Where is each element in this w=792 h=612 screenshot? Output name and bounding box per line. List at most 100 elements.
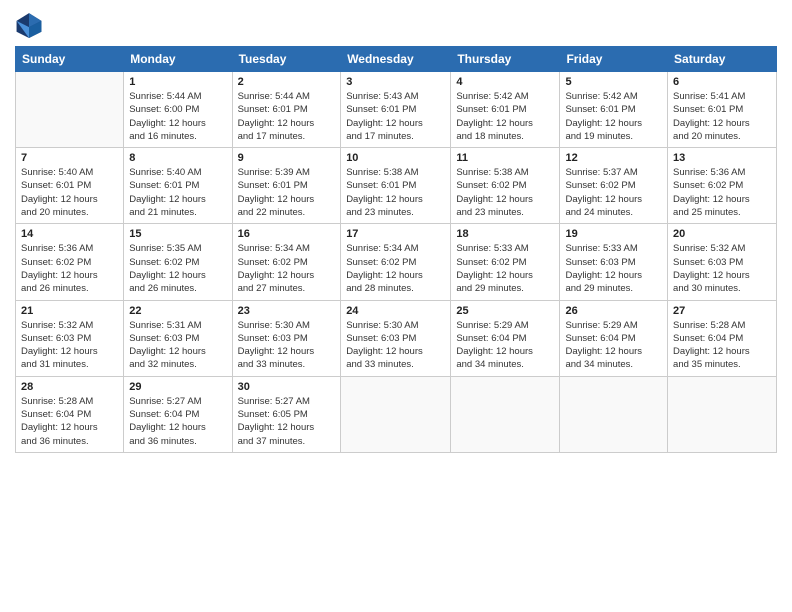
- day-number: 10: [346, 152, 445, 164]
- day-number: 3: [346, 76, 445, 88]
- week-row-4: 21 Sunrise: 5:32 AM Sunset: 6:03 PM Dayli…: [16, 300, 777, 376]
- day-info: Sunrise: 5:27 AM Sunset: 6:05 PM Dayligh…: [238, 395, 336, 448]
- day-number: 28: [21, 381, 118, 393]
- day-number: 25: [456, 305, 554, 317]
- day-cell: 3 Sunrise: 5:43 AM Sunset: 6:01 PM Daylig…: [341, 72, 451, 148]
- day-info: Sunrise: 5:38 AM Sunset: 6:02 PM Dayligh…: [456, 166, 554, 219]
- day-cell: 18 Sunrise: 5:33 AM Sunset: 6:02 PM Dayli…: [451, 224, 560, 300]
- day-cell: 22 Sunrise: 5:31 AM Sunset: 6:03 PM Dayli…: [124, 300, 232, 376]
- day-cell: 10 Sunrise: 5:38 AM Sunset: 6:01 PM Dayli…: [341, 148, 451, 224]
- day-info: Sunrise: 5:28 AM Sunset: 6:04 PM Dayligh…: [21, 395, 118, 448]
- day-number: 11: [456, 152, 554, 164]
- day-number: 15: [129, 228, 226, 240]
- day-cell: 4Sunrise: 5:42 AM Sunset: 6:01 PM Daylig…: [451, 72, 560, 148]
- week-row-5: 28 Sunrise: 5:28 AM Sunset: 6:04 PM Dayli…: [16, 376, 777, 452]
- day-info: Sunrise: 5:33 AM Sunset: 6:03 PM Dayligh…: [565, 242, 662, 295]
- day-cell: 20 Sunrise: 5:32 AM Sunset: 6:03 PM Dayli…: [668, 224, 777, 300]
- day-number: 30: [238, 381, 336, 393]
- day-number: 17: [346, 228, 445, 240]
- day-info: Sunrise: 5:32 AM Sunset: 6:03 PM Dayligh…: [21, 319, 118, 372]
- day-info: Sunrise: 5:36 AM Sunset: 6:02 PM Dayligh…: [21, 242, 118, 295]
- week-row-3: 14 Sunrise: 5:36 AM Sunset: 6:02 PM Dayli…: [16, 224, 777, 300]
- day-info: Sunrise: 5:38 AM Sunset: 6:01 PM Dayligh…: [346, 166, 445, 219]
- day-cell: 27Sunrise: 5:28 AM Sunset: 6:04 PM Dayli…: [668, 300, 777, 376]
- col-header-saturday: Saturday: [668, 47, 777, 72]
- day-info: Sunrise: 5:44 AM Sunset: 6:01 PM Dayligh…: [238, 90, 336, 143]
- day-info: Sunrise: 5:35 AM Sunset: 6:02 PM Dayligh…: [129, 242, 226, 295]
- day-info: Sunrise: 5:34 AM Sunset: 6:02 PM Dayligh…: [238, 242, 336, 295]
- day-cell: 9 Sunrise: 5:39 AM Sunset: 6:01 PM Daylig…: [232, 148, 341, 224]
- day-cell: 1 Sunrise: 5:44 AM Sunset: 6:00 PM Daylig…: [124, 72, 232, 148]
- col-header-wednesday: Wednesday: [341, 47, 451, 72]
- day-info: Sunrise: 5:30 AM Sunset: 6:03 PM Dayligh…: [346, 319, 445, 372]
- day-number: 4: [456, 76, 554, 88]
- day-number: 19: [565, 228, 662, 240]
- day-number: 22: [129, 305, 226, 317]
- day-info: Sunrise: 5:37 AM Sunset: 6:02 PM Dayligh…: [565, 166, 662, 219]
- day-info: Sunrise: 5:29 AM Sunset: 6:04 PM Dayligh…: [456, 319, 554, 372]
- day-cell: 11 Sunrise: 5:38 AM Sunset: 6:02 PM Dayli…: [451, 148, 560, 224]
- day-cell: 16 Sunrise: 5:34 AM Sunset: 6:02 PM Dayli…: [232, 224, 341, 300]
- day-number: 27: [673, 305, 771, 317]
- day-number: 16: [238, 228, 336, 240]
- day-cell: 6 Sunrise: 5:41 AM Sunset: 6:01 PM Daylig…: [668, 72, 777, 148]
- day-cell: 26 Sunrise: 5:29 AM Sunset: 6:04 PM Dayli…: [560, 300, 668, 376]
- day-cell: 15 Sunrise: 5:35 AM Sunset: 6:02 PM Dayli…: [124, 224, 232, 300]
- day-cell: 7Sunrise: 5:40 AM Sunset: 6:01 PM Daylig…: [16, 148, 124, 224]
- day-number: 29: [129, 381, 226, 393]
- day-number: 18: [456, 228, 554, 240]
- page: SundayMondayTuesdayWednesdayThursdayFrid…: [0, 0, 792, 612]
- col-header-sunday: Sunday: [16, 47, 124, 72]
- day-cell: 21 Sunrise: 5:32 AM Sunset: 6:03 PM Dayli…: [16, 300, 124, 376]
- day-cell: 24 Sunrise: 5:30 AM Sunset: 6:03 PM Dayli…: [341, 300, 451, 376]
- col-header-monday: Monday: [124, 47, 232, 72]
- day-cell: [451, 376, 560, 452]
- day-info: Sunrise: 5:41 AM Sunset: 6:01 PM Dayligh…: [673, 90, 771, 143]
- day-number: 1: [129, 76, 226, 88]
- day-info: Sunrise: 5:29 AM Sunset: 6:04 PM Dayligh…: [565, 319, 662, 372]
- day-number: 14: [21, 228, 118, 240]
- day-cell: 23 Sunrise: 5:30 AM Sunset: 6:03 PM Dayli…: [232, 300, 341, 376]
- col-header-thursday: Thursday: [451, 47, 560, 72]
- day-number: 26: [565, 305, 662, 317]
- day-info: Sunrise: 5:30 AM Sunset: 6:03 PM Dayligh…: [238, 319, 336, 372]
- day-number: 23: [238, 305, 336, 317]
- logo-icon: [15, 10, 43, 38]
- day-number: 21: [21, 305, 118, 317]
- day-number: 24: [346, 305, 445, 317]
- day-number: 20: [673, 228, 771, 240]
- day-number: 6: [673, 76, 771, 88]
- day-info: Sunrise: 5:32 AM Sunset: 6:03 PM Dayligh…: [673, 242, 771, 295]
- week-row-1: 1 Sunrise: 5:44 AM Sunset: 6:00 PM Daylig…: [16, 72, 777, 148]
- day-info: Sunrise: 5:43 AM Sunset: 6:01 PM Dayligh…: [346, 90, 445, 143]
- day-info: Sunrise: 5:34 AM Sunset: 6:02 PM Dayligh…: [346, 242, 445, 295]
- day-number: 9: [238, 152, 336, 164]
- day-cell: 17 Sunrise: 5:34 AM Sunset: 6:02 PM Dayli…: [341, 224, 451, 300]
- day-cell: 8 Sunrise: 5:40 AM Sunset: 6:01 PM Daylig…: [124, 148, 232, 224]
- day-cell: 5Sunrise: 5:42 AM Sunset: 6:01 PM Daylig…: [560, 72, 668, 148]
- day-info: Sunrise: 5:27 AM Sunset: 6:04 PM Dayligh…: [129, 395, 226, 448]
- day-info: Sunrise: 5:40 AM Sunset: 6:01 PM Dayligh…: [21, 166, 118, 219]
- day-info: Sunrise: 5:39 AM Sunset: 6:01 PM Dayligh…: [238, 166, 336, 219]
- calendar: SundayMondayTuesdayWednesdayThursdayFrid…: [15, 46, 777, 453]
- day-cell: 30 Sunrise: 5:27 AM Sunset: 6:05 PM Dayli…: [232, 376, 341, 452]
- day-number: 12: [565, 152, 662, 164]
- logo: [15, 10, 47, 38]
- week-row-2: 7Sunrise: 5:40 AM Sunset: 6:01 PM Daylig…: [16, 148, 777, 224]
- day-cell: 19 Sunrise: 5:33 AM Sunset: 6:03 PM Dayli…: [560, 224, 668, 300]
- day-info: Sunrise: 5:44 AM Sunset: 6:00 PM Dayligh…: [129, 90, 226, 143]
- day-info: Sunrise: 5:33 AM Sunset: 6:02 PM Dayligh…: [456, 242, 554, 295]
- day-cell: 13Sunrise: 5:36 AM Sunset: 6:02 PM Dayli…: [668, 148, 777, 224]
- day-cell: 12 Sunrise: 5:37 AM Sunset: 6:02 PM Dayli…: [560, 148, 668, 224]
- day-number: 8: [129, 152, 226, 164]
- day-number: 2: [238, 76, 336, 88]
- day-cell: 14 Sunrise: 5:36 AM Sunset: 6:02 PM Dayli…: [16, 224, 124, 300]
- day-info: Sunrise: 5:42 AM Sunset: 6:01 PM Dayligh…: [565, 90, 662, 143]
- day-cell: 29 Sunrise: 5:27 AM Sunset: 6:04 PM Dayli…: [124, 376, 232, 452]
- col-header-tuesday: Tuesday: [232, 47, 341, 72]
- day-cell: 28 Sunrise: 5:28 AM Sunset: 6:04 PM Dayli…: [16, 376, 124, 452]
- day-number: 13: [673, 152, 771, 164]
- day-cell: [16, 72, 124, 148]
- day-info: Sunrise: 5:31 AM Sunset: 6:03 PM Dayligh…: [129, 319, 226, 372]
- day-info: Sunrise: 5:40 AM Sunset: 6:01 PM Dayligh…: [129, 166, 226, 219]
